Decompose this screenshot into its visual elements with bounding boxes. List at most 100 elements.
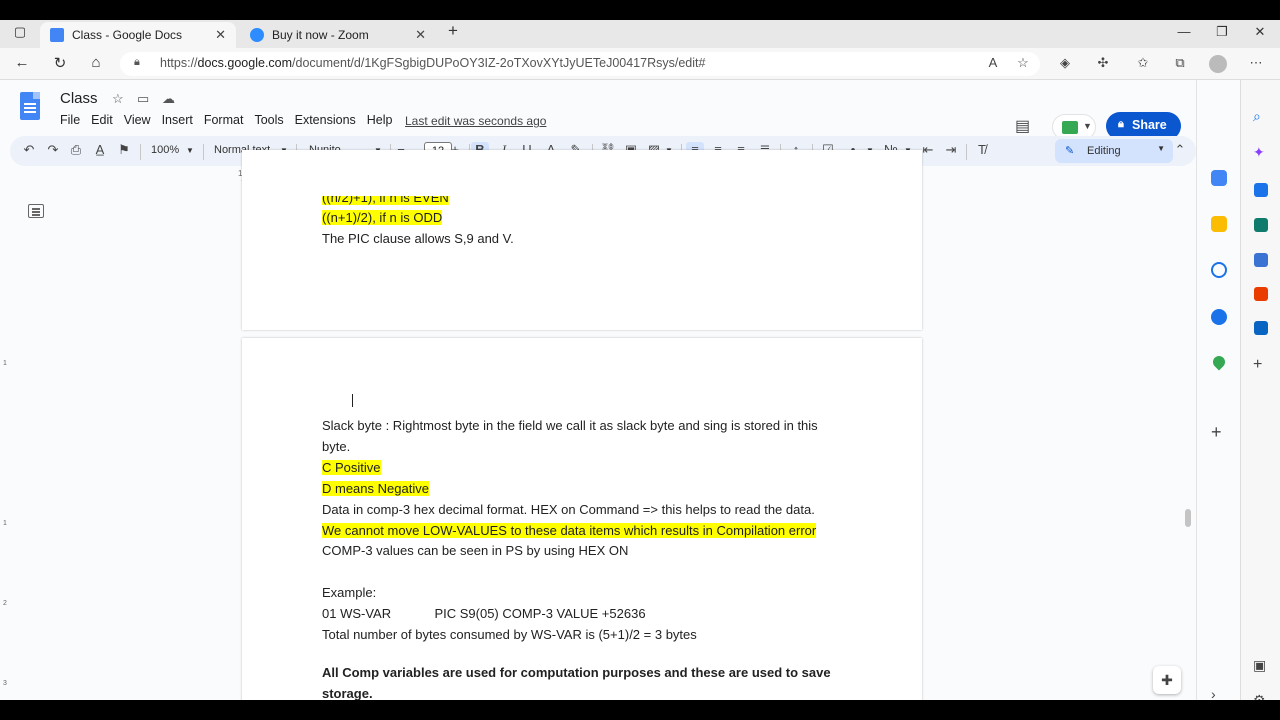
document-page[interactable]: ((n/2)+1), if n is EVEN ((n+1)/2), if n … <box>242 150 922 330</box>
undo-icon[interactable]: ↶ <box>20 142 38 158</box>
settings-icon[interactable]: ⚙ <box>1253 692 1266 700</box>
collapse-menus-icon[interactable]: ⌃ <box>1171 142 1189 158</box>
paint-format-icon[interactable]: ⚑ <box>115 142 133 158</box>
favorite-icon[interactable]: ☆ <box>1014 55 1032 71</box>
chevron-down-icon: ▼ <box>186 146 194 155</box>
doc-line: byte. <box>322 439 351 454</box>
document-page[interactable]: Slack byte : Rightmost byte in the field… <box>242 338 922 700</box>
add-sidebar-app-icon[interactable]: + <box>1253 356 1262 374</box>
close-tab-icon[interactable]: ✕ <box>215 27 226 43</box>
menu-format[interactable]: Format <box>204 113 244 127</box>
menu-extensions[interactable]: Extensions <box>295 113 356 127</box>
shopping-icon[interactable] <box>1254 183 1268 197</box>
shield-icon[interactable]: ◈ <box>1056 55 1074 71</box>
outlook-icon[interactable] <box>1254 321 1268 335</box>
zoom-select[interactable]: 100% <box>151 144 179 156</box>
doc-line: D means Negative <box>322 481 429 496</box>
address-bar-row: ← ↻ ⌂ 🔒︎ https://docs.google.com/documen… <box>0 48 1280 80</box>
extensions-icon[interactable]: ✣ <box>1094 55 1112 71</box>
cloud-status-icon[interactable]: ☁︎ <box>162 91 175 107</box>
more-icon[interactable]: ⋯ <box>1247 55 1265 71</box>
doc-line: Total number of bytes consumed by WS-VAR… <box>322 627 697 642</box>
menu-edit[interactable]: Edit <box>91 113 113 127</box>
mode-label: Editing <box>1087 145 1121 157</box>
doc-line: Example: <box>322 585 377 600</box>
ruler-label: 2 <box>3 600 7 607</box>
copilot-icon[interactable]: ✦ <box>1253 144 1265 161</box>
scrollbar-thumb[interactable] <box>1185 509 1191 527</box>
close-window-icon[interactable]: ✕ <box>1250 24 1270 40</box>
doc-line: ((n/2)+1), if n is EVEN <box>322 190 449 205</box>
clear-formatting-icon[interactable]: T̸ <box>973 142 991 157</box>
tab-google-docs[interactable]: Class - Google Docs ✕ <box>40 22 236 48</box>
menu-view[interactable]: View <box>124 113 151 127</box>
favorites-icon[interactable]: ✩ <box>1134 55 1152 71</box>
url-path: /document/d/1KgFSgbigDUPoOY3IZ-2oTXovXYt… <box>292 56 706 70</box>
mouse-cursor-icon <box>352 394 358 407</box>
zoom-favicon-icon <box>250 28 264 42</box>
increase-indent-icon[interactable]: ⇥ <box>942 142 960 158</box>
tools-icon[interactable] <box>1254 218 1268 232</box>
tasks-icon[interactable] <box>1211 262 1227 278</box>
lock-icon: 🔒︎ <box>1118 118 1124 130</box>
explore-button[interactable]: ✚ <box>1153 666 1181 694</box>
tab-title: Buy it now - Zoom <box>272 28 369 42</box>
ruler-label: 1 <box>3 520 7 527</box>
doc-line: C Positive <box>322 460 381 475</box>
minimize-icon[interactable]: — <box>1174 24 1194 39</box>
doc-line: The PIC clause allows S,9 and V. <box>322 231 514 246</box>
print-icon[interactable]: ⎙ <box>67 142 85 158</box>
docs-favicon-icon <box>50 28 64 42</box>
keep-icon[interactable] <box>1211 216 1227 232</box>
star-icon[interactable]: ☆ <box>112 91 124 107</box>
tab-title: Class - Google Docs <box>72 28 183 42</box>
editing-mode-select[interactable]: ✎ Editing ▼ <box>1055 139 1173 163</box>
side-panel: + › <box>1196 80 1240 700</box>
document-title[interactable]: Class <box>60 90 98 107</box>
move-folder-icon[interactable]: ▭ <box>137 91 149 107</box>
menu-tools[interactable]: Tools <box>254 113 283 127</box>
vertical-ruler: 1 1 2 3 <box>0 182 12 700</box>
doc-line: We cannot move LOW-VALUES to these data … <box>322 523 817 538</box>
doc-line: Data in comp-3 hex decimal format. HEX o… <box>322 502 815 517</box>
split-screen-icon[interactable]: ▣ <box>1253 657 1266 674</box>
new-tab-icon[interactable]: + <box>443 21 463 41</box>
profile-icon[interactable] <box>1209 55 1227 73</box>
spellcheck-icon[interactable]: A̲ <box>91 142 109 157</box>
read-aloud-icon[interactable]: A <box>984 55 1002 70</box>
url-input[interactable]: 🔒︎ https://docs.google.com/document/d/1K… <box>120 52 1040 76</box>
url-scheme: https:// <box>160 56 198 70</box>
url-host: docs.google.com <box>197 56 293 70</box>
collections-icon[interactable]: ⧉ <box>1171 55 1189 71</box>
home-icon[interactable]: ⌂ <box>86 54 106 71</box>
redo-icon[interactable]: ↷ <box>44 142 62 158</box>
maps-icon[interactable] <box>1210 353 1228 371</box>
meet-icon <box>1062 121 1078 134</box>
ruler-label: 3 <box>3 680 7 687</box>
ruler-label: 1 <box>3 360 7 367</box>
tab-strip: ▢ Class - Google Docs ✕ Buy it now - Zoo… <box>0 20 1280 48</box>
get-addons-icon[interactable]: + <box>1211 422 1222 443</box>
back-icon[interactable]: ← <box>12 54 32 71</box>
document-outline-icon[interactable] <box>28 204 44 218</box>
last-edit-link[interactable]: Last edit was seconds ago <box>405 114 546 128</box>
menu-insert[interactable]: Insert <box>162 113 193 127</box>
menu-bar: File Edit View Insert Format Tools Exten… <box>60 113 404 127</box>
calendar-icon[interactable] <box>1211 170 1227 186</box>
menu-help[interactable]: Help <box>367 113 393 127</box>
contacts-icon[interactable] <box>1211 309 1227 325</box>
games-icon[interactable] <box>1254 253 1268 267</box>
pencil-icon: ✎ <box>1065 145 1075 157</box>
menu-file[interactable]: File <box>60 113 80 127</box>
chevron-right-icon[interactable]: › <box>1211 686 1216 700</box>
tab-zoom[interactable]: Buy it now - Zoom ✕ <box>240 22 436 48</box>
docs-logo-icon[interactable] <box>20 92 40 120</box>
office-icon[interactable] <box>1254 287 1268 301</box>
tab-actions-icon[interactable]: ▢ <box>10 24 30 40</box>
close-tab-icon[interactable]: ✕ <box>415 27 426 43</box>
search-icon[interactable]: ⌕ <box>1253 108 1261 125</box>
doc-line: 01 WS-VAR PIC S9(05) COMP-3 VALUE +52636 <box>322 606 646 621</box>
comments-icon[interactable]: ▤ <box>1015 116 1030 136</box>
maximize-icon[interactable]: ❐ <box>1212 24 1232 40</box>
reload-icon[interactable]: ↻ <box>50 54 70 72</box>
